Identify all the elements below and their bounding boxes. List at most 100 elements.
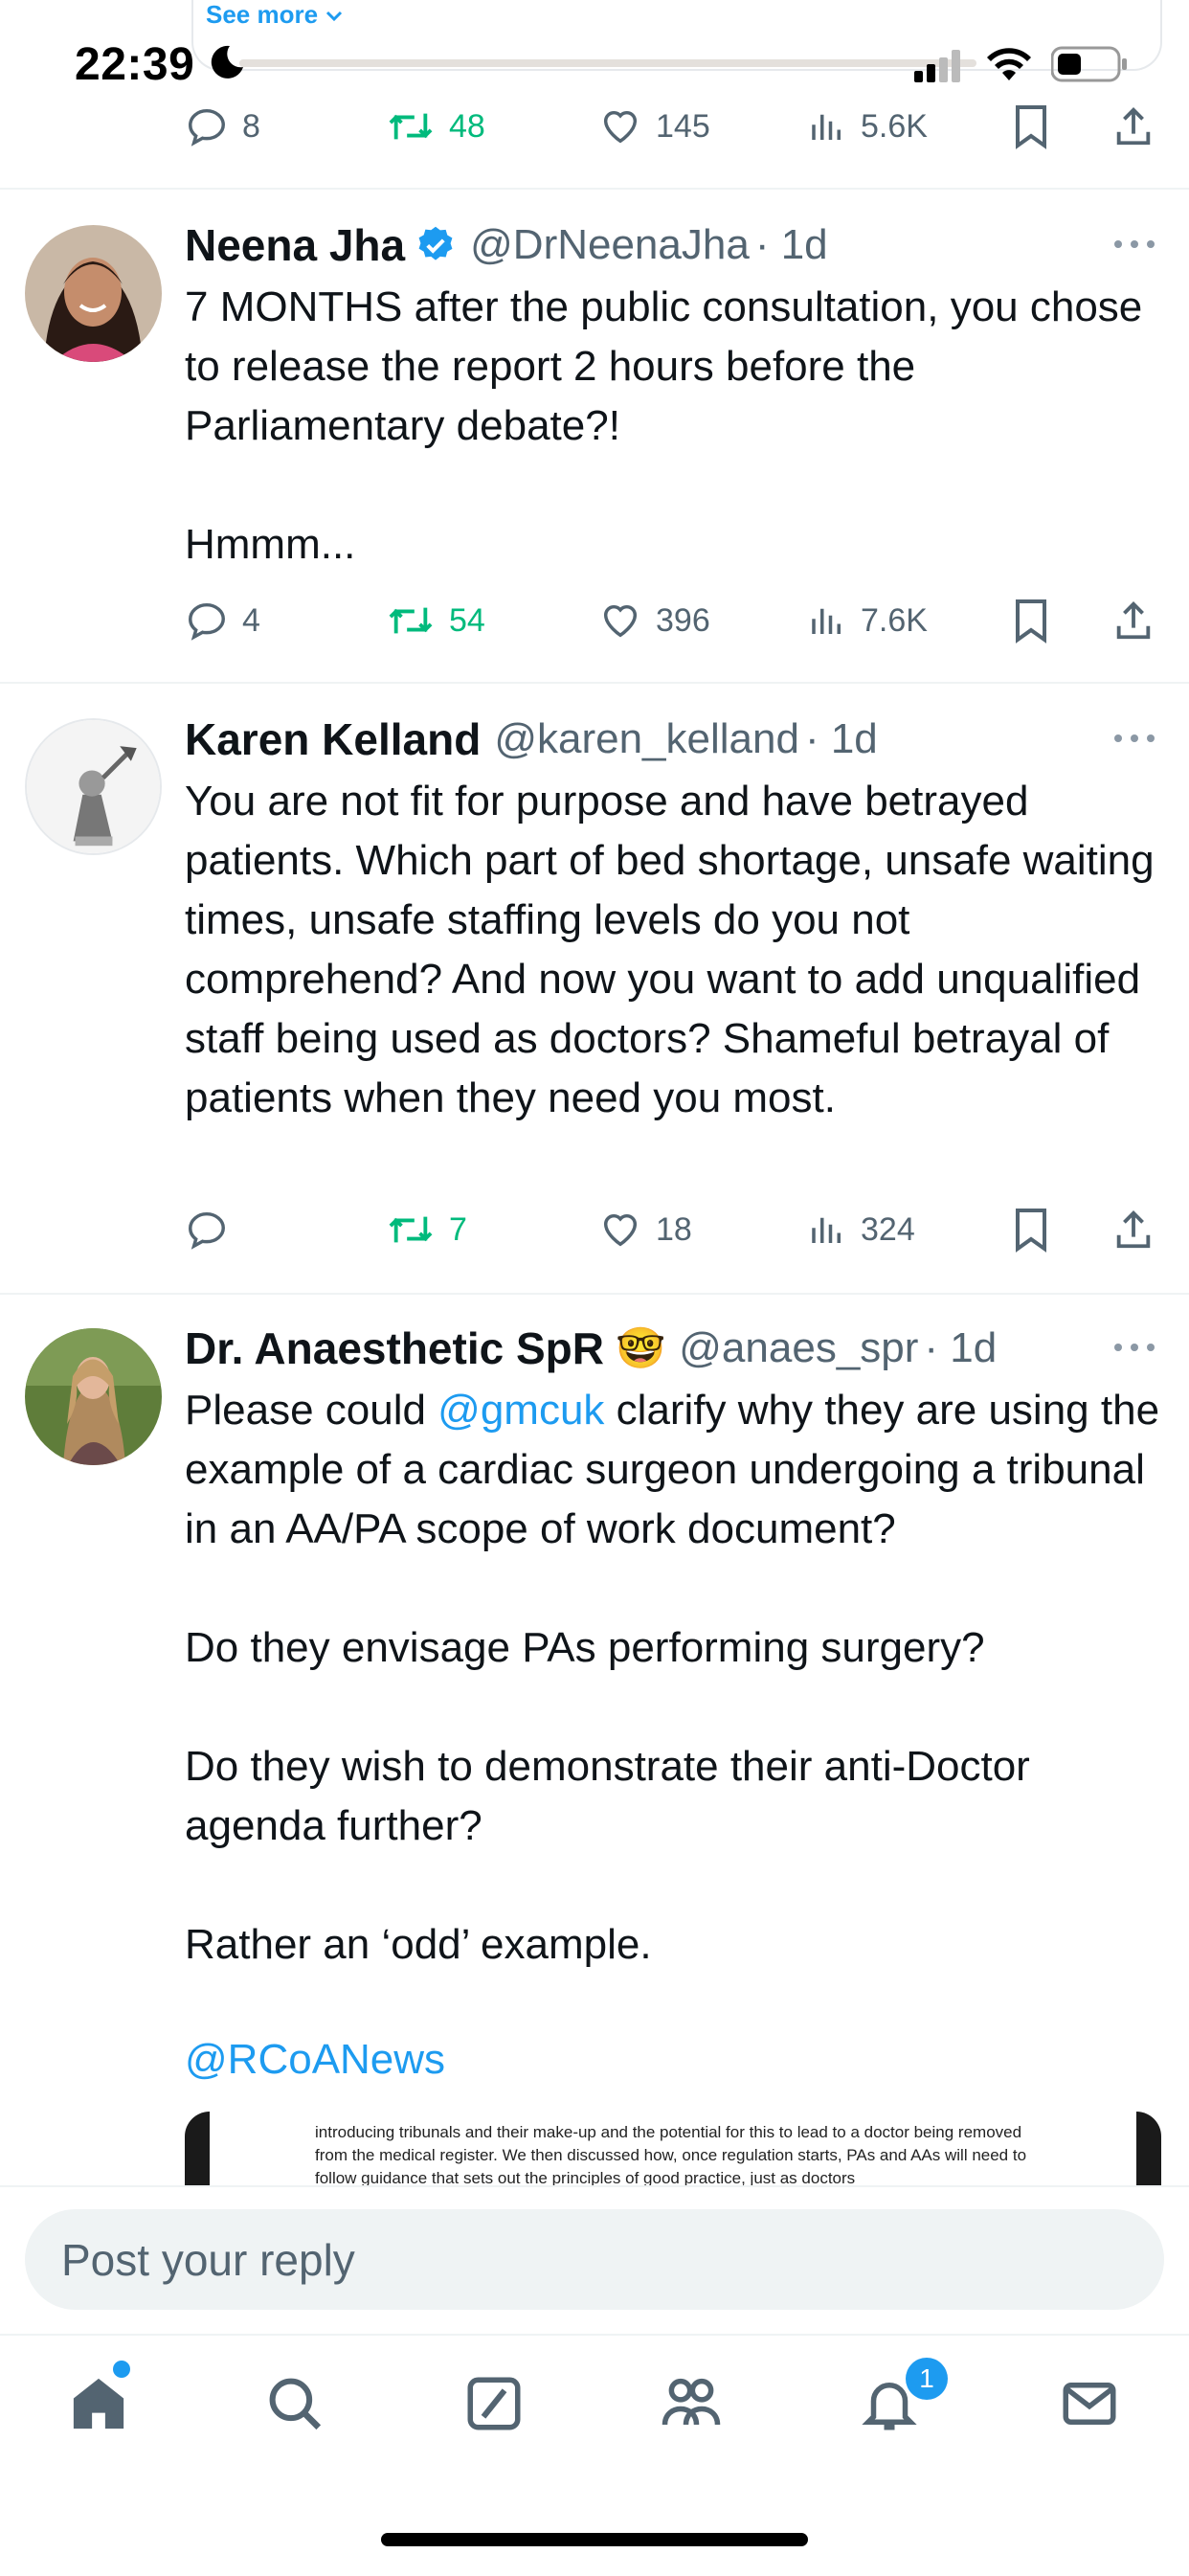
retweet-button[interactable]: 7 — [386, 1201, 467, 1258]
reply-count: 4 — [242, 601, 260, 639]
views-icon — [812, 608, 841, 634]
cellular-signal-icon — [914, 50, 960, 82]
share-icon — [1116, 601, 1151, 640]
tweet-text-part: Please could — [185, 1387, 438, 1434]
avatar[interactable] — [25, 225, 162, 362]
reply-button[interactable] — [185, 1201, 242, 1258]
avatar[interactable] — [25, 1328, 162, 1465]
views-button[interactable]: 5.6K — [807, 98, 928, 155]
home-indicator — [381, 2533, 808, 2546]
attached-image-text: introducing tribunals and their make-up … — [210, 2112, 1136, 2188]
views-icon — [812, 1217, 841, 1243]
views-button[interactable]: 7.6K — [807, 592, 928, 649]
reply-icon — [189, 602, 225, 641]
bookmark-icon — [1016, 105, 1046, 149]
share-button[interactable] — [1111, 98, 1155, 155]
more-options-icon[interactable] — [1110, 235, 1158, 254]
divider — [0, 682, 1189, 684]
retweet-icon — [389, 113, 433, 140]
tweet-actions: 4 54 396 7.6K — [185, 592, 1161, 649]
handle[interactable]: @DrNeenaJha — [470, 221, 750, 269]
retweet-icon — [389, 1216, 433, 1243]
bookmark-button[interactable] — [1010, 592, 1052, 649]
verified-badge-icon — [418, 226, 453, 260]
views-button[interactable]: 324 — [807, 1201, 915, 1258]
more-options-icon[interactable] — [1110, 729, 1158, 748]
like-count: 18 — [656, 1210, 692, 1248]
notification-badge: 1 — [906, 2358, 948, 2400]
nerd-emoji-icon: 🤓 — [615, 1324, 666, 1370]
tweet-header: Dr. Anaesthetic SpR 🤓 @anaes_spr · 1d — [185, 1320, 997, 1377]
share-icon — [1116, 1210, 1151, 1249]
handle[interactable]: @anaes_spr — [679, 1324, 918, 1372]
tweet-text: You are not fit for purpose and have bet… — [185, 778, 1166, 1121]
battery-icon — [1051, 46, 1127, 82]
communities-icon — [662, 2378, 721, 2426]
compose-icon — [467, 2377, 521, 2430]
divider — [0, 1293, 1189, 1295]
views-count: 324 — [861, 1210, 915, 1248]
bookmark-button[interactable] — [1010, 98, 1052, 155]
tweet-text: 7 MONTHS after the public consultation, … — [185, 283, 1143, 568]
like-count: 145 — [656, 107, 710, 145]
heart-icon — [603, 1213, 638, 1247]
tab-messages[interactable] — [1051, 2365, 1128, 2442]
messages-icon — [1063, 2383, 1116, 2425]
avatar[interactable] — [25, 718, 162, 855]
tweet-text-part: clarify why they are using the example o… — [185, 1387, 1160, 1968]
tweet-actions: 8 48 145 5.6K — [185, 98, 1161, 155]
reply-count: 8 — [242, 107, 260, 145]
mention-link[interactable]: @gmcuk — [437, 1387, 604, 1434]
search-icon — [269, 2378, 322, 2430]
handle[interactable]: @karen_kelland — [494, 715, 799, 763]
tweet-text: Please could @gmcuk clarify why they are… — [185, 1381, 1161, 1975]
tab-compose[interactable] — [456, 2365, 532, 2442]
reply-button[interactable]: 4 — [185, 592, 260, 649]
timestamp: · 1d — [924, 1324, 998, 1371]
heart-icon — [603, 110, 638, 144]
tab-search[interactable] — [257, 2365, 333, 2442]
retweet-count: 48 — [449, 107, 485, 145]
retweet-count: 7 — [449, 1210, 467, 1248]
home-icon — [73, 2378, 124, 2429]
like-button[interactable]: 396 — [598, 592, 710, 649]
home-unread-dot — [113, 2361, 130, 2378]
like-count: 396 — [656, 601, 710, 639]
timestamp: · 1d — [754, 221, 828, 268]
tweet-actions: 7 18 324 — [185, 1201, 1161, 1258]
tweet-header: Neena Jha @DrNeenaJha · 1d — [185, 216, 828, 274]
views-count: 5.6K — [861, 107, 928, 145]
bookmark-icon — [1016, 599, 1046, 644]
attached-image[interactable]: introducing tribunals and their make-up … — [185, 2112, 1161, 2188]
retweet-button[interactable]: 48 — [386, 98, 485, 155]
retweet-count: 54 — [449, 601, 485, 639]
display-name[interactable]: Dr. Anaesthetic SpR — [185, 1322, 604, 1374]
reply-icon — [189, 1211, 225, 1250]
retweet-icon — [389, 607, 433, 634]
views-count: 7.6K — [861, 601, 928, 639]
wifi-icon — [987, 48, 1031, 80]
more-options-icon[interactable] — [1110, 1338, 1158, 1357]
share-icon — [1116, 107, 1151, 146]
retweet-button[interactable]: 54 — [386, 592, 485, 649]
reply-input[interactable] — [25, 2209, 1164, 2310]
scroll-indicator — [239, 59, 976, 67]
reply-icon — [189, 108, 225, 147]
like-button[interactable]: 145 — [598, 98, 710, 155]
like-button[interactable]: 18 — [598, 1201, 692, 1258]
divider — [0, 188, 1189, 190]
tweet-header: Karen Kelland @karen_kelland · 1d — [185, 711, 878, 768]
status-time: 22:39 — [75, 39, 195, 90]
reply-button[interactable]: 8 — [185, 98, 260, 155]
share-button[interactable] — [1111, 592, 1155, 649]
display-name[interactable]: Karen Kelland — [185, 713, 481, 765]
tab-communities[interactable] — [653, 2365, 729, 2442]
display-name[interactable]: Neena Jha — [185, 219, 405, 271]
bookmark-icon — [1016, 1209, 1046, 1253]
bookmark-button[interactable] — [1010, 1201, 1052, 1258]
share-button[interactable] — [1111, 1201, 1155, 1258]
mention-link[interactable]: @RCoANews — [185, 2030, 1161, 2090]
timestamp: · 1d — [804, 715, 878, 762]
views-icon — [812, 114, 841, 140]
heart-icon — [603, 604, 638, 638]
